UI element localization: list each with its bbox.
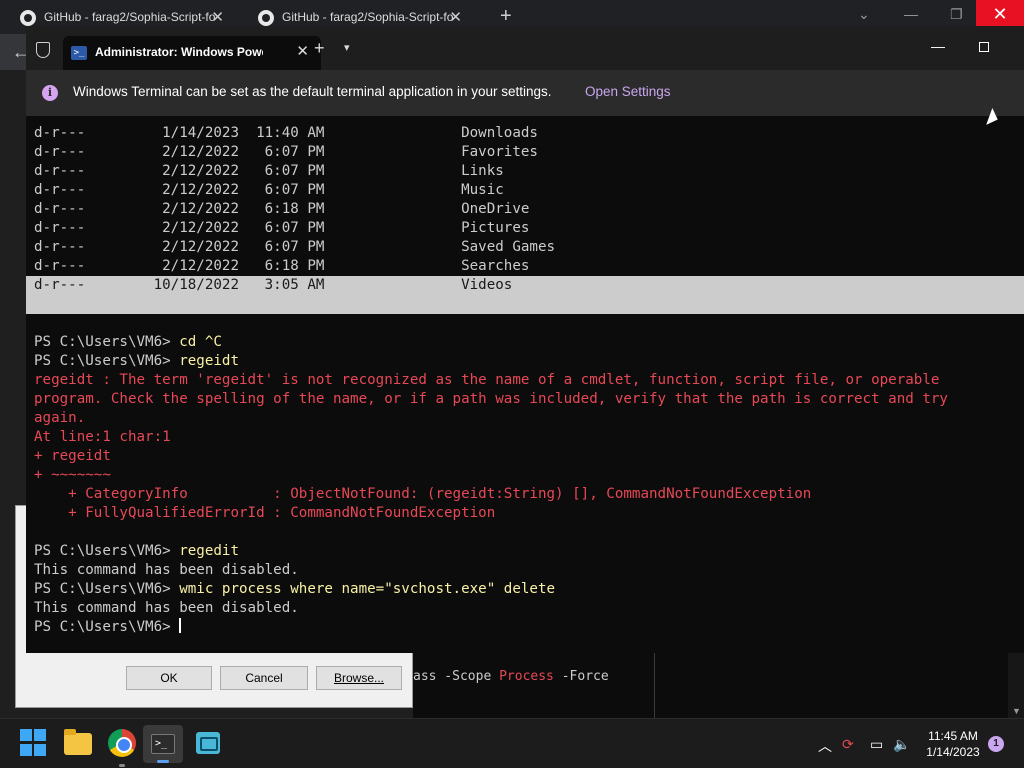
console-line: This command has been disabled. [34, 600, 299, 616]
info-bar: i Windows Terminal can be set as the def… [26, 70, 1024, 116]
minimize-button[interactable]: — [931, 38, 945, 54]
browse-button[interactable]: Browse... [316, 666, 402, 690]
directory-listing: d-r--- 1/14/2023 11:40 AM Downloads d-r--… [26, 124, 1024, 295]
error-line: At line:1 char:1 [34, 429, 171, 445]
info-icon: i [42, 85, 58, 101]
windows-terminal-window: >_ Administrator: Windows PowerShell ✕ +… [26, 26, 1024, 653]
sync-icon[interactable]: ⟳ [842, 736, 854, 753]
error-line: + CategoryInfo : ObjectNotFound: (regeid… [34, 486, 812, 502]
background-terminal-line: ass -Scope Process -Force [413, 669, 609, 684]
background-terminal: ass -Scope Process -Force [413, 652, 1024, 718]
new-tab-button[interactable]: + [314, 38, 325, 59]
pane-divider [654, 652, 655, 718]
browser-tab-title: GitHub - farag2/Sophia-Script-fo [44, 10, 216, 24]
error-line: regeidt : The term 'regeidt' is not reco… [34, 372, 940, 388]
running-indicator [119, 764, 125, 767]
new-tab-button[interactable]: + [500, 5, 512, 28]
error-line: program. Check the spelling of the name,… [34, 391, 948, 407]
chevron-down-icon[interactable]: ▾ [344, 41, 350, 54]
browser-tab-title: GitHub - farag2/Sophia-Script-fo [282, 10, 454, 24]
error-line: + ~~~~~~~ [34, 467, 111, 483]
file-explorer-icon[interactable] [64, 729, 92, 755]
github-icon [258, 10, 274, 26]
tab-title: Administrator: Windows PowerShell [95, 45, 263, 59]
console-line: PS C:\Users\VM6> regeidt [34, 353, 240, 369]
terminal-taskbar-button[interactable]: >_ [143, 725, 183, 763]
text-cursor [179, 618, 182, 633]
listing-row: d-r--- 10/18/2022 3:05 AM Videos [26, 276, 1024, 295]
clock[interactable]: 11:45 AM 1/14/2023 [914, 728, 992, 760]
close-icon[interactable]: ✕ [449, 8, 462, 26]
listing-row: d-r--- 2/12/2022 6:07 PM Links [34, 163, 504, 179]
powershell-icon: >_ [71, 46, 87, 60]
selection-highlight [26, 295, 1024, 314]
taskbar: >_ ︿ ⟳ ▭ 🔈 11:45 AM 1/14/2023 1 [0, 718, 1024, 768]
tab-powershell[interactable]: >_ Administrator: Windows PowerShell ✕ [63, 36, 321, 70]
cancel-button[interactable]: Cancel [220, 666, 308, 690]
listing-row: d-r--- 2/12/2022 6:18 PM Searches [34, 258, 530, 274]
active-prompt[interactable]: PS C:\Users\VM6> [34, 618, 1024, 637]
notification-badge[interactable]: 1 [988, 736, 1004, 752]
listing-row: d-r--- 2/12/2022 6:07 PM Favorites [34, 144, 538, 160]
open-settings-link[interactable]: Open Settings [585, 84, 671, 99]
console-line: PS C:\Users\VM6> cd ^C [34, 334, 222, 350]
clock-time: 11:45 AM [928, 729, 978, 743]
browser-minimize-icon[interactable]: — [904, 6, 918, 22]
console-output[interactable]: d-r--- 1/14/2023 11:40 AM Downloads d-r--… [26, 124, 1024, 637]
error-line: + FullyQualifiedErrorId : CommandNotFoun… [34, 505, 496, 521]
network-icon[interactable]: ▭ [870, 736, 883, 753]
remote-desktop-icon[interactable] [196, 732, 220, 754]
listing-row: d-r--- 2/12/2022 6:07 PM Saved Games [34, 239, 556, 255]
console-line: This command has been disabled. [34, 562, 299, 578]
error-line: again. [34, 410, 86, 426]
console-line: PS C:\Users\VM6> regedit [34, 543, 240, 559]
console-line: PS C:\Users\VM6> wmic process where name… [34, 581, 556, 597]
info-message: Windows Terminal can be set as the defau… [73, 84, 552, 99]
listing-row: d-r--- 2/12/2022 6:07 PM Pictures [34, 220, 530, 236]
browser-restore-icon[interactable]: ❐ [950, 6, 963, 23]
tab-search-icon[interactable]: ⌄ [858, 6, 870, 23]
active-indicator [157, 760, 169, 763]
error-line: + regeidt [34, 448, 111, 464]
maximize-button[interactable] [979, 42, 989, 52]
chevron-up-icon[interactable]: ︿ [818, 736, 832, 756]
github-icon [20, 10, 36, 26]
terminal-icon: >_ [151, 734, 175, 754]
close-icon[interactable]: ✕ [296, 42, 309, 60]
close-icon[interactable]: ✕ [211, 8, 224, 26]
ok-button[interactable]: OK [126, 666, 212, 690]
start-button[interactable] [20, 729, 48, 757]
chrome-icon[interactable] [108, 729, 136, 767]
scrollbar[interactable]: ▼ [1008, 652, 1024, 718]
shield-icon [36, 42, 50, 58]
listing-row: d-r--- 2/12/2022 6:18 PM OneDrive [34, 201, 530, 217]
listing-row: d-r--- 2/12/2022 6:07 PM Music [34, 182, 504, 198]
terminal-title-bar: >_ Administrator: Windows PowerShell ✕ +… [26, 26, 1024, 70]
scroll-down-icon[interactable]: ▼ [1012, 706, 1021, 716]
listing-row: d-r--- 1/14/2023 11:40 AM Downloads [34, 125, 538, 141]
volume-icon[interactable]: 🔈 [893, 736, 910, 753]
clock-date: 1/14/2023 [926, 745, 980, 759]
